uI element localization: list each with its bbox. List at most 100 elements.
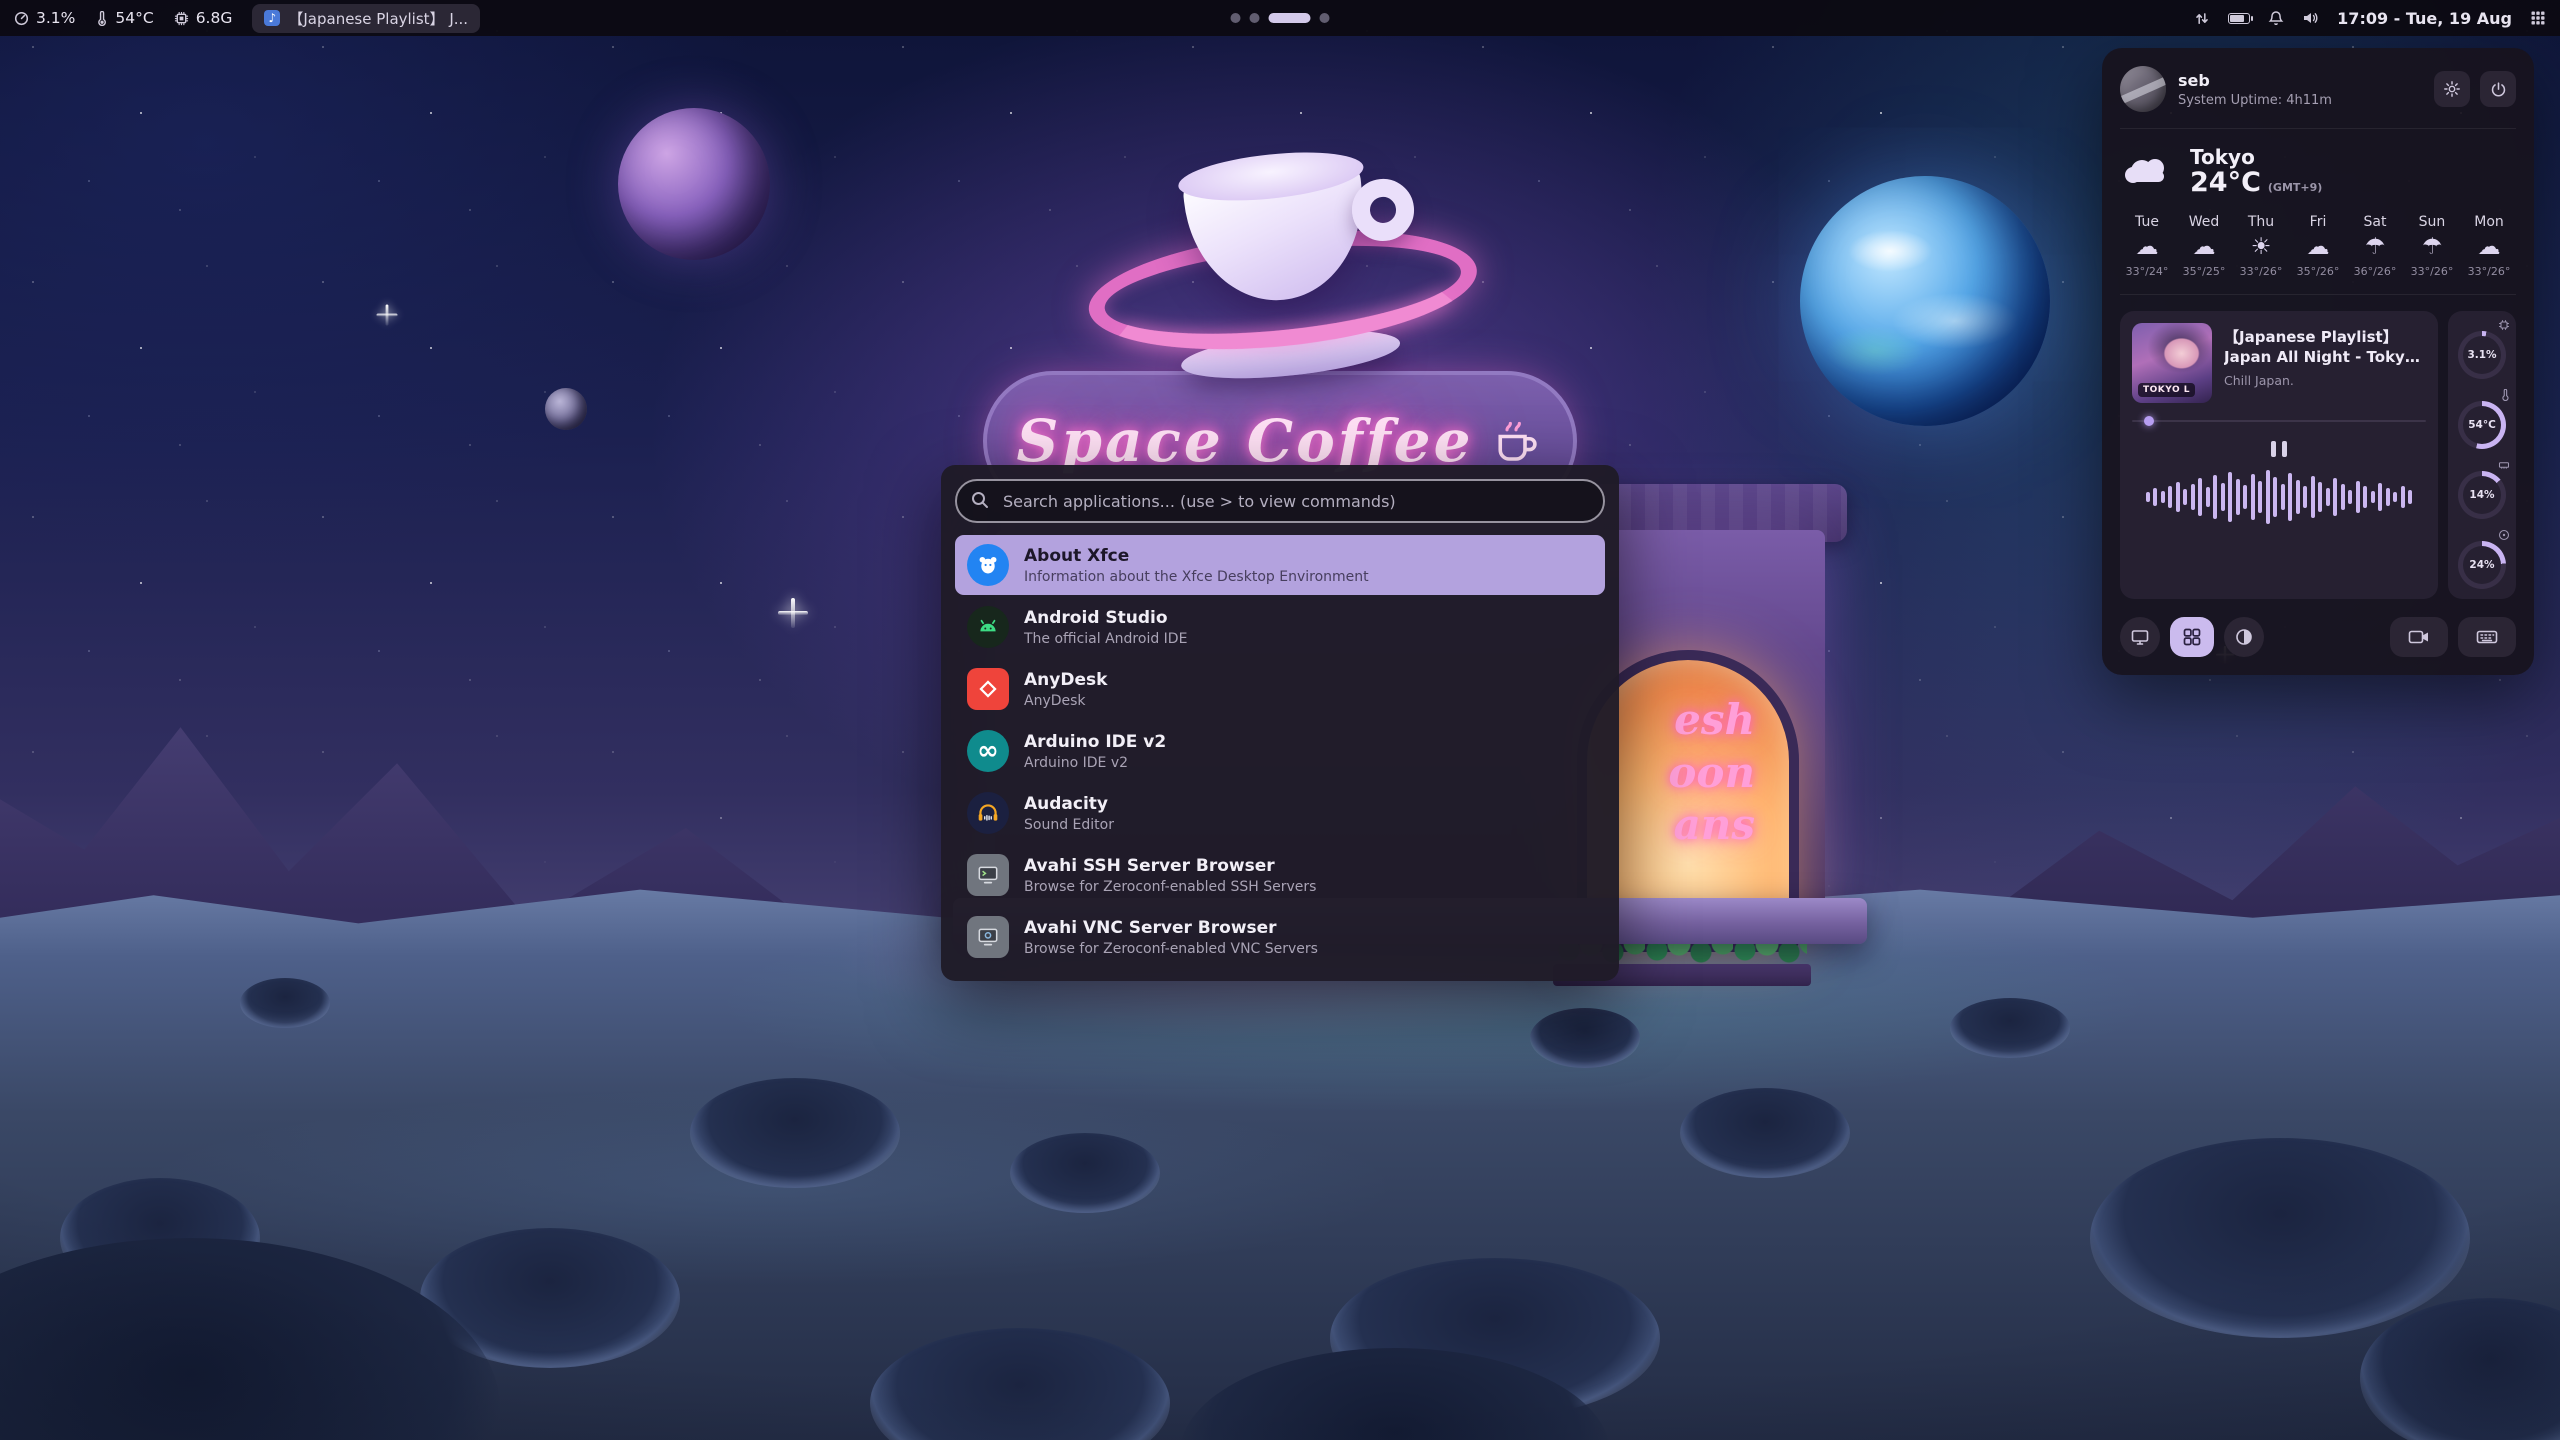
forecast-temps: 33°/26° [2468, 265, 2511, 278]
anydesk-icon [967, 668, 1009, 710]
media-progress-slider[interactable] [2132, 415, 2426, 427]
launcher-item-about-xfce[interactable]: About Xfce Information about the Xfce De… [955, 535, 1605, 595]
workspace-dot-1[interactable] [1231, 13, 1241, 23]
search-icon [970, 490, 990, 514]
waveform [2132, 467, 2426, 527]
app-name: Avahi SSH Server Browser [1024, 856, 1316, 876]
crater [690, 1078, 900, 1188]
earth-planet [1800, 176, 2050, 426]
workspace-dot-3[interactable] [1269, 13, 1311, 23]
user-card: seb System Uptime: 4h11m [2120, 66, 2516, 112]
forecast-weather-icon: ☁ [2307, 236, 2330, 259]
temperature-icon [2500, 389, 2510, 401]
shop-window-neon-text: esh oon ans [1668, 694, 1755, 852]
notifications-bell-icon[interactable] [2268, 10, 2284, 26]
album-art: TOKYO L [2132, 323, 2212, 403]
forecast-day: Wed ☁ 35°/25° [2177, 214, 2231, 278]
infinity-glyph: ∞ [977, 736, 999, 766]
battery-icon[interactable] [2228, 13, 2250, 24]
crater [2360, 1298, 2560, 1440]
app-grid-icon[interactable] [2530, 10, 2546, 26]
avahi-icon [967, 854, 1009, 896]
top-bar: 3.1% 54°C 6.8G ♪ 【Japanese Playlist】 J..… [0, 0, 2560, 36]
crater [1010, 1133, 1160, 1213]
memory-indicator: 6.8G [174, 9, 233, 27]
focused-window-title: 【Japanese Playlist】 J... [288, 8, 468, 29]
divider [2120, 128, 2516, 129]
pause-button[interactable] [2267, 437, 2291, 461]
keyboard-button[interactable] [2458, 617, 2516, 657]
power-button[interactable] [2480, 71, 2516, 107]
network-activity-icon[interactable] [2194, 11, 2210, 26]
track-title: 【Japanese Playlist】 Japan All Night - To… [2224, 327, 2426, 368]
forecast-day: Sun ☂ 33°/26° [2405, 214, 2459, 278]
cpu-usage-value: 3.1% [36, 9, 75, 27]
forecast-day: Thu ☀ 33°/26° [2234, 214, 2288, 278]
gauge-value: 54°C [2468, 419, 2496, 431]
gauge-value: 24% [2469, 559, 2494, 571]
app-description: Browse for Zeroconf-enabled SSH Servers [1024, 879, 1316, 895]
memory-chip-icon [174, 11, 189, 26]
widgets-button[interactable] [2170, 617, 2214, 657]
crater [240, 978, 330, 1028]
workspace-dot-2[interactable] [1250, 13, 1260, 23]
focused-window-button[interactable]: ♪ 【Japanese Playlist】 J... [252, 4, 480, 33]
cpu-usage-indicator: 3.1% [14, 9, 75, 27]
app-name: About Xfce [1024, 546, 1369, 566]
weather-forecast: Tue ☁ 33°/24° Wed ☁ 35°/25° Thu ☀ 33°/26… [2120, 214, 2516, 278]
workspace-dot-4[interactable] [1320, 13, 1330, 23]
gauge-cpu: 3.1% [2456, 321, 2508, 379]
weather-timezone: (GMT+9) [2268, 181, 2322, 194]
android-studio-icon [967, 606, 1009, 648]
gauge-value: 14% [2469, 489, 2494, 501]
crater [0, 1238, 500, 1440]
forecast-weather-icon: ☁ [2193, 236, 2216, 259]
screen-record-button[interactable] [2390, 617, 2448, 657]
gauge-memory: 14% [2456, 461, 2508, 519]
forecast-day-label: Thu [2248, 214, 2274, 230]
gauge-temperature: 54°C [2456, 391, 2508, 449]
launcher-item-arduino-ide[interactable]: ∞ Arduino IDE v2 Arduino IDE v2 [955, 721, 1605, 781]
memory-value: 6.8G [196, 9, 233, 27]
star-glint [778, 598, 808, 628]
media-player-card: TOKYO L 【Japanese Playlist】 Japan All Ni… [2120, 311, 2438, 599]
gauge-disk: 24% [2456, 531, 2508, 589]
search-input[interactable] [955, 479, 1605, 523]
forecast-temps: 36°/26° [2354, 265, 2397, 278]
forecast-weather-icon: ☁ [2136, 236, 2159, 259]
app-name: AnyDesk [1024, 670, 1107, 690]
launcher-item-avahi-ssh-browser[interactable]: Avahi SSH Server Browser Browse for Zero… [955, 845, 1605, 905]
application-launcher: About Xfce Information about the Xfce De… [941, 465, 1619, 981]
temperature-indicator: 54°C [95, 9, 153, 27]
forecast-temps: 33°/26° [2411, 265, 2454, 278]
forecast-day-label: Mon [2474, 214, 2504, 230]
weather-temperature: 24°C [2190, 169, 2261, 196]
forecast-day: Sat ☂ 36°/26° [2348, 214, 2402, 278]
forecast-day: Fri ☁ 35°/26° [2291, 214, 2345, 278]
coffee-cup-icon [1489, 414, 1543, 468]
volume-icon[interactable] [2302, 10, 2319, 26]
forecast-weather-icon: ☂ [2365, 236, 2386, 259]
arduino-icon: ∞ [967, 730, 1009, 772]
cpu-gauge-icon [14, 11, 29, 26]
launcher-item-anydesk[interactable]: AnyDesk AnyDesk [955, 659, 1605, 719]
forecast-day: Tue ☁ 33°/24° [2120, 214, 2174, 278]
app-description: Sound Editor [1024, 817, 1114, 833]
avahi-icon [967, 916, 1009, 958]
app-description: Arduino IDE v2 [1024, 755, 1166, 771]
crater [1680, 1088, 1850, 1178]
xfce-icon [967, 544, 1009, 586]
app-name: Avahi VNC Server Browser [1024, 918, 1318, 938]
cup-ring-front [1083, 214, 1483, 366]
display-button[interactable] [2120, 617, 2160, 657]
theme-button[interactable] [2224, 617, 2264, 657]
small-moon [545, 388, 587, 430]
launcher-item-avahi-vnc-browser[interactable]: Avahi VNC Server Browser Browse for Zero… [955, 907, 1605, 967]
settings-button[interactable] [2434, 71, 2470, 107]
clock[interactable]: 17:09 - Tue, 19 Aug [2337, 9, 2512, 28]
forecast-weather-icon: ☀ [2251, 236, 2272, 259]
launcher-item-android-studio[interactable]: Android Studio The official Android IDE [955, 597, 1605, 657]
launcher-item-audacity[interactable]: Audacity Sound Editor [955, 783, 1605, 843]
thermometer-icon [95, 11, 108, 26]
progress-knob[interactable] [2144, 416, 2154, 426]
